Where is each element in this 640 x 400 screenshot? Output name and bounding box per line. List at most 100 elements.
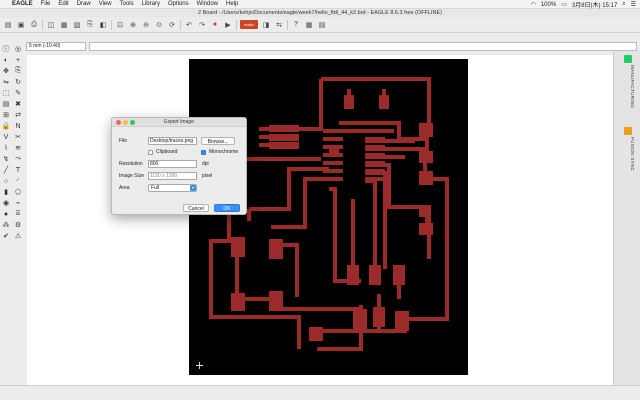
menu-view[interactable]: View (99, 1, 112, 7)
menu-edit[interactable]: Edit (58, 1, 68, 7)
name-icon[interactable]: N (13, 121, 23, 131)
toolbar-divider (180, 19, 181, 30)
group-icon[interactable]: ⬚ (1, 88, 11, 98)
add-icon[interactable]: ⊞ (1, 110, 11, 120)
fusion-sync-tab[interactable]: FUSION SYNC (621, 137, 635, 171)
menu-draw[interactable]: Draw (77, 1, 91, 7)
menu-library[interactable]: Library (142, 1, 160, 7)
script-icon[interactable]: ⎘ (85, 20, 95, 30)
resolution-field[interactable]: 800 (148, 160, 197, 168)
split-icon[interactable]: ⌇ (1, 143, 11, 153)
ripup-icon[interactable]: ⤳ (13, 154, 23, 164)
circle-icon[interactable]: ○ (1, 176, 11, 186)
signal-icon[interactable]: ⌁ (13, 198, 23, 208)
redraw-icon[interactable]: ⟳ (167, 20, 177, 30)
order-pcb-icon[interactable]: ◨ (261, 20, 271, 30)
menu-window[interactable]: Window (197, 1, 218, 7)
menu-options[interactable]: Options (168, 1, 189, 7)
zoom-select-icon[interactable]: ⊙ (154, 20, 164, 30)
arc-icon[interactable]: ◜ (13, 176, 23, 186)
manufacturing-icon[interactable] (624, 55, 632, 63)
mark-icon[interactable]: + (13, 55, 23, 65)
attribute-icon[interactable]: ⌸ (13, 209, 23, 219)
make-logo[interactable]: make (240, 20, 258, 29)
clock[interactable]: 3月8日(木) 15:17 (572, 0, 617, 9)
zoom-out-icon[interactable]: ⊖ (141, 20, 151, 30)
zoom-icon[interactable] (130, 120, 135, 125)
coordinate-display: 5 mm (-10.40) (26, 41, 86, 51)
print-icon[interactable]: ⎙ (29, 20, 39, 30)
menu-tools[interactable]: Tools (120, 1, 134, 7)
grid-icon[interactable]: ▦ (304, 20, 314, 30)
polygon-icon[interactable]: ⬠ (13, 187, 23, 197)
menu-file[interactable]: File (41, 1, 51, 7)
show-icon[interactable]: ◎ (13, 44, 23, 54)
app-name[interactable]: EAGLE (12, 1, 33, 7)
sync-icon[interactable]: ⇆ (274, 20, 284, 30)
close-icon[interactable] (116, 120, 121, 125)
clipboard-checkbox[interactable] (148, 150, 153, 155)
image-size-unit: pixel (202, 173, 213, 179)
menu-help[interactable]: Help (226, 1, 238, 7)
delete-icon[interactable]: ✖ (13, 99, 23, 109)
search-icon[interactable]: ⌕ (622, 1, 625, 8)
move-icon[interactable]: ✥ (1, 66, 11, 76)
toolbar-divider (287, 19, 288, 30)
via-icon[interactable]: ◉ (1, 198, 11, 208)
paste-icon[interactable]: ▤ (1, 99, 11, 109)
change-icon[interactable]: ✎ (13, 88, 23, 98)
cam-icon[interactable]: ◫ (46, 20, 56, 30)
file-path-field[interactable]: Desktop/traces.png (148, 137, 197, 145)
ratsnest-icon[interactable]: ⁂ (1, 220, 11, 230)
optimize-icon[interactable]: ≋ (13, 143, 23, 153)
browse-button[interactable]: Browse... (201, 137, 235, 145)
main-toolbar: ▤ ▣ ⎙ ◫ ▦ ▧ ⎘ ◧ ⊡ ⊕ ⊖ ⊙ ⟳ ↶ ↷ ● ▶ make ◨… (0, 17, 640, 33)
lock-icon[interactable]: 🔒 (1, 121, 11, 131)
monochrome-checkbox[interactable] (201, 150, 206, 155)
manufacturing-tab[interactable]: MANUFACTURING (621, 65, 635, 108)
command-bar: 5 mm (-10.40) (0, 41, 640, 51)
info-icon[interactable]: ⓘ (1, 44, 11, 54)
run-ulp-icon[interactable]: ◧ (98, 20, 108, 30)
battery-icon[interactable]: ▭ (561, 1, 567, 8)
save-icon[interactable]: ▣ (16, 20, 26, 30)
hole-icon[interactable]: ● (1, 209, 11, 219)
zoom-in-icon[interactable]: ⊕ (128, 20, 138, 30)
cancel-button[interactable]: Cancel (183, 204, 209, 212)
menu-list-icon[interactable]: ☰ (631, 1, 636, 8)
copy-icon[interactable]: ⎘ (13, 66, 23, 76)
command-line-input[interactable] (89, 41, 637, 51)
rotate-icon[interactable]: ↻ (13, 77, 23, 87)
resolution-label: Resolution (119, 161, 143, 167)
go-icon[interactable]: ▶ (223, 20, 233, 30)
board-icon[interactable]: ▧ (72, 20, 82, 30)
pcb-board[interactable] (189, 59, 468, 375)
export-image-dialog: Export Image File Desktop/traces.png Bro… (111, 117, 247, 215)
area-select[interactable]: Full ▾ (148, 184, 197, 192)
text-icon[interactable]: T (13, 165, 23, 175)
rect-icon[interactable]: ▮ (1, 187, 11, 197)
stop-icon[interactable]: ● (210, 20, 220, 30)
smash-icon[interactable]: ✂ (13, 132, 23, 142)
help-icon[interactable]: ? (291, 20, 301, 30)
area-label: Area (119, 185, 130, 191)
undo-icon[interactable]: ↶ (184, 20, 194, 30)
wire-icon[interactable]: ╱ (1, 165, 11, 175)
zoom-fit-icon[interactable]: ⊡ (115, 20, 125, 30)
value-icon[interactable]: V (1, 132, 11, 142)
fusion-sync-icon[interactable] (624, 127, 632, 135)
layers-icon[interactable]: ▤ (317, 20, 327, 30)
minimize-icon[interactable] (123, 120, 128, 125)
drc-icon[interactable]: ✔ (1, 231, 11, 241)
replace-icon[interactable]: ⇄ (13, 110, 23, 120)
wifi-icon[interactable]: ◠ (531, 1, 536, 8)
open-icon[interactable]: ▤ (3, 20, 13, 30)
redo-icon[interactable]: ↷ (197, 20, 207, 30)
display-icon[interactable]: ◐ (1, 55, 11, 65)
autorouter-icon[interactable]: ⚙ (13, 220, 23, 230)
errors-icon[interactable]: ⚠ (13, 231, 23, 241)
mirror-icon[interactable]: ⇋ (1, 77, 11, 87)
schematic-icon[interactable]: ▦ (59, 20, 69, 30)
route-icon[interactable]: ↯ (1, 154, 11, 164)
ok-button[interactable]: OK (214, 204, 240, 212)
